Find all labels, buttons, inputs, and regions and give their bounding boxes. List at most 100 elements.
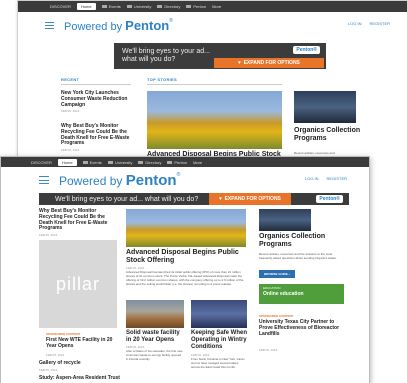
nav-university[interactable]: University (107, 159, 133, 165)
recent-item-title: New York City Launches Consumer Waste Re… (61, 90, 128, 108)
expand-options-label: EXPAND FOR OPTIONS (243, 60, 300, 66)
education-box[interactable]: EDUCATION Online education (259, 284, 344, 304)
browse-guide-button[interactable]: BROWSE GUIDE › (259, 270, 295, 278)
ad-banner[interactable]: We'll bring eyes to your ad... what will… (114, 43, 326, 69)
brand-reg: ® (169, 17, 173, 24)
right-sponsored-date: FEB 05, 2016 (259, 348, 278, 352)
sub-story-title[interactable]: Keeping Safe When Operating in Wintry Co… (191, 330, 249, 351)
nav-home[interactable]: Home (76, 3, 96, 10)
recent-item[interactable]: Why Best Buy's Monitor Recycling Fee Cou… (61, 123, 136, 152)
top-nav-bar: DISCOVER Home Events University Director… (1, 157, 369, 167)
nav-more[interactable]: More (212, 4, 221, 9)
brand-prefix: Powered by (59, 173, 123, 188)
expand-options-button[interactable]: ▾ EXPAND FOR OPTIONS (209, 193, 291, 205)
study-title[interactable]: Study: Aspen-Area Resident Trust (39, 375, 129, 382)
recent-item[interactable]: New York City Launches Consumer Waste Re… (61, 90, 136, 114)
education-text: Online education (263, 291, 304, 297)
main-story-image[interactable] (126, 209, 246, 247)
right-snippet: Recent articles, resources and (294, 151, 335, 155)
nav-university-label: University (133, 4, 152, 9)
gallery-date: FEB 05, 2016 (39, 368, 58, 372)
right-sponsored-title[interactable]: University Texas City Partner to Prove E… (259, 319, 344, 337)
nav-events-label: Events (108, 4, 121, 9)
hamburger-menu-icon[interactable] (45, 21, 54, 29)
right-image[interactable] (259, 209, 311, 231)
brand-reg: ® (176, 171, 181, 178)
recent-item-date: FEB 05, 2016 (61, 148, 80, 152)
main-story-body: Advanced Disposal has launched its initi… (126, 270, 244, 287)
nav-university-label: University (114, 159, 133, 165)
brand-logo[interactable]: Powered by Penton® (59, 172, 180, 189)
penton-icon (167, 160, 173, 164)
expand-options-label: EXPAND FOR OPTIONS (224, 196, 281, 202)
header-links: LOG IN REGISTER (305, 176, 347, 181)
chevron-down-icon: ▾ (238, 60, 241, 66)
brand-name: Penton (125, 171, 177, 189)
right-title[interactable]: Organics Collection Programs (259, 233, 344, 249)
header-links: LOG IN REGISTER (348, 21, 390, 26)
left-story-title: Why Best Buy's Monitor Recycling Fee Cou… (39, 208, 108, 232)
pillar-ad[interactable]: pillar (39, 240, 117, 328)
nav-penton[interactable]: Penton (167, 160, 187, 165)
sponsored-date: FEB 05, 2016 (46, 353, 65, 357)
screenshot-composite: DISCOVER Home Events University Director… (0, 0, 407, 383)
sub-story-image[interactable] (191, 300, 247, 328)
nav-penton[interactable]: Penton (186, 4, 206, 9)
brand-logo[interactable]: Powered by Penton® (64, 18, 173, 33)
nav-university[interactable]: University (126, 4, 152, 9)
recent-section-title: RECENT (61, 77, 131, 85)
ad-banner-text: We'll bring eyes to your ad... what will… (122, 48, 210, 63)
brand-name: Penton (125, 17, 170, 33)
nav-home[interactable]: Home (57, 158, 77, 166)
top-nav-bar: DISCOVER Home Events University Director… (18, 1, 407, 12)
hamburger-menu-icon[interactable] (39, 176, 49, 184)
nav-penton-label: Penton (174, 159, 188, 165)
nav-events[interactable]: Events (82, 159, 102, 165)
left-story-date: FEB 05, 2016 (39, 233, 58, 237)
nav-penton-label: Penton (193, 4, 207, 9)
register-link[interactable]: REGISTER (370, 21, 390, 26)
sub-story-title[interactable]: Solid waste facility in 20 Year Opens (126, 330, 186, 344)
sub-story-body: From North Carolina to New York, winter … (191, 357, 245, 370)
login-link[interactable]: LOG IN (305, 176, 319, 181)
events-icon (82, 160, 88, 164)
login-link[interactable]: LOG IN (348, 21, 362, 26)
sub-story-image[interactable] (126, 300, 184, 328)
ad-banner[interactable]: We'll bring eyes to your ad... what will… (39, 193, 349, 205)
nav-events[interactable]: Events (101, 4, 121, 9)
top-story-image[interactable] (147, 91, 282, 149)
right-title[interactable]: Organics Collection Programs (294, 127, 384, 143)
nav-events-label: Events (89, 159, 102, 165)
brand-prefix: Powered by (64, 20, 123, 33)
sub-story-body: After a hiatus of two decades, the first… (126, 349, 183, 362)
gallery-title[interactable]: Gallery of recycle (39, 360, 117, 367)
right-image[interactable] (294, 91, 356, 123)
directory-icon (157, 5, 163, 8)
ad-penton-logo: Penton® (293, 46, 320, 54)
recent-item-date: FEB 05, 2016 (61, 109, 80, 114)
sponsored-label: SPONSORED CONTENT (259, 314, 294, 318)
university-icon (107, 160, 113, 164)
nav-more[interactable]: More (193, 160, 202, 165)
ad-penton-logo: Penton® (316, 195, 343, 203)
nav-discover[interactable]: DISCOVER (31, 160, 52, 165)
university-icon (126, 5, 132, 8)
ad-banner-text: We'll bring eyes to your ad... what will… (55, 195, 199, 203)
register-link[interactable]: REGISTER (327, 176, 347, 181)
site-header: Powered by Penton® LOG IN REGISTER (1, 167, 369, 193)
nav-directory[interactable]: Directory (157, 4, 180, 9)
front-page-screenshot: DISCOVER Home Events University Director… (0, 156, 370, 383)
chevron-down-icon: ▾ (219, 196, 222, 202)
main-story-title[interactable]: Advanced Disposal Begins Public Stock Of… (126, 249, 246, 265)
sponsored-title[interactable]: First New WTE Facility in 20 Year Opens (46, 337, 116, 350)
recent-item-title: Why Best Buy's Monitor Recycling Fee Cou… (61, 123, 130, 147)
nav-directory[interactable]: Directory (138, 160, 161, 165)
nav-discover[interactable]: DISCOVER (50, 4, 71, 9)
site-header: Powered by Penton® LOG IN REGISTER (18, 12, 407, 38)
right-body: Recent articles, resources and the answe… (259, 252, 337, 261)
events-icon (101, 5, 107, 8)
nav-directory-label: Directory (145, 159, 162, 165)
directory-icon (138, 160, 144, 164)
left-story[interactable]: Why Best Buy's Monitor Recycling Fee Cou… (39, 208, 117, 237)
expand-options-button[interactable]: ▾ EXPAND FOR OPTIONS (214, 58, 324, 68)
